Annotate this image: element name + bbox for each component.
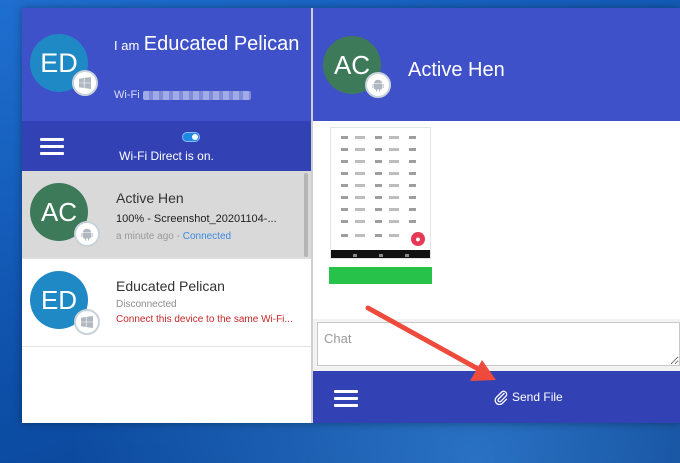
wifi-name-redacted [142, 90, 251, 100]
android-icon [365, 72, 391, 98]
windows-icon [74, 309, 100, 335]
device-initials: AC [40, 196, 78, 227]
device-item-active-hen[interactable]: AC Active Hen 100% - Screenshot_20201104… [22, 171, 311, 259]
wifi-direct-toggle[interactable] [182, 132, 200, 142]
chat-messages: ● [313, 121, 680, 319]
peer-name: Active Hen [408, 59, 505, 81]
self-avatar: ED [30, 34, 98, 96]
android-icon [74, 221, 100, 247]
device-meta: a minute ago - Connected [116, 231, 231, 242]
wifi-label: Wi-Fi [114, 89, 140, 101]
notification-badge-icon: ● [411, 232, 425, 246]
device-sidebar: ED I am Educated Pelican Wi-Fi Wi-Fi Dir… [22, 8, 311, 423]
send-file-label: Send File [512, 390, 563, 404]
self-name-prefix: I am [114, 38, 140, 53]
app-window: ED I am Educated Pelican Wi-Fi Wi-Fi Dir… [22, 8, 680, 423]
self-name: I am Educated Pelican [114, 33, 304, 57]
device-avatar: ED [30, 271, 100, 335]
peer-initials: AC [333, 49, 371, 80]
connection-warning: Connect this device to the same Wi-Fi... [116, 314, 293, 325]
chat-header: AC Active Hen [313, 8, 680, 121]
left-toolbar: Wi-Fi Direct is on. [22, 121, 311, 171]
device-avatar: AC [30, 183, 100, 247]
device-name: Active Hen [116, 190, 184, 206]
chat-input[interactable] [317, 322, 680, 366]
chat-toolbar: Send File [313, 371, 680, 423]
windows-icon [72, 70, 98, 96]
device-initials: ED [40, 284, 78, 315]
chat-pane: AC Active Hen ● Chat Send File [313, 8, 680, 423]
hamburger-menu-icon[interactable] [334, 390, 358, 407]
thumbnail-navbar [331, 250, 430, 258]
meta-separator: - [173, 231, 183, 242]
self-header: ED I am Educated Pelican Wi-Fi [22, 8, 311, 121]
transfer-status: 100% - Screenshot_20201104-... [116, 213, 277, 225]
wifi-network: Wi-Fi [114, 89, 251, 101]
device-list: AC Active Hen 100% - Screenshot_20201104… [22, 171, 311, 347]
received-file-thumbnail[interactable]: ● [330, 127, 431, 259]
device-item-educated-pelican[interactable]: ED Educated Pelican Disconnected Connect… [22, 259, 311, 347]
transfer-progress-bar [329, 267, 432, 284]
connection-status: Connected [182, 231, 232, 242]
self-device-name: Educated Pelican [143, 33, 300, 55]
wifi-direct-status: Wi-Fi Direct is on. [119, 149, 214, 163]
paperclip-icon [494, 390, 508, 405]
peer-avatar: AC [323, 36, 391, 98]
send-file-button[interactable]: Send File [493, 387, 563, 407]
chat-input-area [313, 319, 680, 373]
connection-status: Disconnected [116, 299, 177, 310]
self-initials: ED [40, 47, 78, 78]
transfer-progress-fill [329, 267, 432, 284]
last-seen: a minute ago [116, 231, 174, 242]
device-name: Educated Pelican [116, 278, 225, 294]
